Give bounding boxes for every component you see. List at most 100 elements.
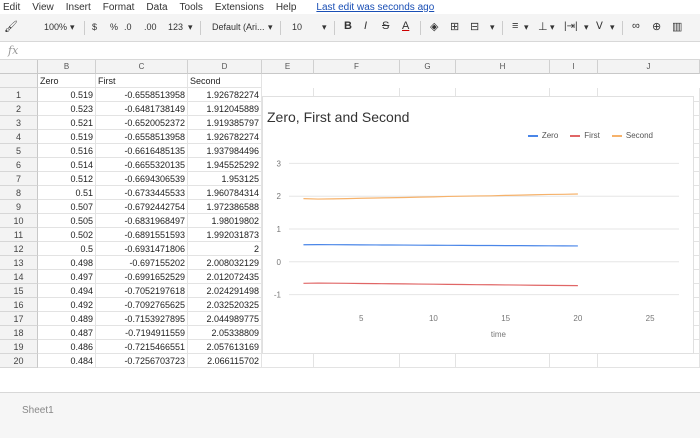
cell-zero[interactable]: 0.519 <box>38 130 96 144</box>
chevron-down-icon[interactable]: ▾ <box>70 22 75 33</box>
cell-second[interactable]: 1.960784314 <box>188 186 262 200</box>
cell-zero[interactable]: 0.512 <box>38 172 96 186</box>
chevron-down-icon[interactable]: ▾ <box>322 22 327 33</box>
row-header[interactable]: 2 <box>0 102 38 116</box>
paint-format-icon[interactable]: 🖌 <box>4 20 18 33</box>
menu-format[interactable]: Format <box>103 2 135 13</box>
cell-second[interactable]: 1.972386588 <box>188 200 262 214</box>
cell-first[interactable]: -0.6792442754 <box>96 200 188 214</box>
cell-first[interactable]: -0.6655320135 <box>96 158 188 172</box>
cell-zero[interactable]: 0.5 <box>38 242 96 256</box>
column-header-g[interactable]: G <box>400 60 456 74</box>
row-header[interactable]: 15 <box>0 284 38 298</box>
cell-second[interactable]: 2.012072435 <box>188 270 262 284</box>
cell-first[interactable]: -0.6616485135 <box>96 144 188 158</box>
cell-first[interactable]: -0.6733445533 <box>96 186 188 200</box>
row-header[interactable]: 5 <box>0 144 38 158</box>
cell-first[interactable]: -0.6558513958 <box>96 88 188 102</box>
row-header[interactable]: 8 <box>0 186 38 200</box>
cell-second[interactable]: 1.937984496 <box>188 144 262 158</box>
cell-second[interactable]: 2.024291498 <box>188 284 262 298</box>
cell-second[interactable]: 2.032520325 <box>188 298 262 312</box>
align-left-icon[interactable]: ≡ <box>512 20 518 32</box>
column-header-j[interactable]: J <box>598 60 700 74</box>
row-header[interactable]: 12 <box>0 242 38 256</box>
cell-zero[interactable]: 0.51 <box>38 186 96 200</box>
cell-zero[interactable]: 0.497 <box>38 270 96 284</box>
cell-zero[interactable]: 0.487 <box>38 326 96 340</box>
menu-extensions[interactable]: Extensions <box>215 2 264 13</box>
cell-second[interactable]: 1.926782274 <box>188 130 262 144</box>
cell-first[interactable]: -0.697155202 <box>96 256 188 270</box>
empty-cell[interactable] <box>314 354 400 368</box>
italic-button[interactable]: I <box>364 20 367 32</box>
row-header[interactable]: 19 <box>0 340 38 354</box>
header-cell-second[interactable]: Second <box>188 74 262 88</box>
cell-second[interactable]: 2.057613169 <box>188 340 262 354</box>
chevron-down-icon[interactable]: ▾ <box>610 22 615 33</box>
borders-icon[interactable]: ⊞ <box>450 20 459 33</box>
row-header[interactable]: 1 <box>0 88 38 102</box>
percent-button[interactable]: % <box>110 22 118 32</box>
decrease-decimal-button[interactable]: .0 <box>124 22 132 32</box>
cell-first[interactable]: -0.6694306539 <box>96 172 188 186</box>
bold-button[interactable]: B <box>344 20 352 32</box>
column-header-f[interactable]: F <box>314 60 400 74</box>
cell-zero[interactable]: 0.498 <box>38 256 96 270</box>
cell-first[interactable]: -0.6520052372 <box>96 116 188 130</box>
menu-view[interactable]: View <box>32 2 54 13</box>
formula-bar[interactable]: fx <box>0 42 700 60</box>
text-rotation-icon[interactable]: ᐯ <box>596 21 603 32</box>
select-all-corner[interactable] <box>0 60 38 74</box>
cell-first[interactable]: -0.7194911559 <box>96 326 188 340</box>
row-header[interactable]: 6 <box>0 158 38 172</box>
cell-zero[interactable]: 0.505 <box>38 214 96 228</box>
empty-cell[interactable] <box>400 354 456 368</box>
menu-tools[interactable]: Tools <box>180 2 203 13</box>
row-header[interactable]: 13 <box>0 256 38 270</box>
cell-second[interactable]: 2.066115702 <box>188 354 262 368</box>
row-header[interactable]: 17 <box>0 312 38 326</box>
chevron-down-icon[interactable]: ▾ <box>524 22 529 33</box>
insert-chart-icon[interactable]: ▥ <box>672 20 682 33</box>
cell-first[interactable]: -0.6931471806 <box>96 242 188 256</box>
cell-second[interactable]: 1.919385797 <box>188 116 262 130</box>
last-edit-link[interactable]: Last edit was seconds ago <box>316 2 434 13</box>
cell-second[interactable]: 2.044989775 <box>188 312 262 326</box>
row-header[interactable]: 18 <box>0 326 38 340</box>
cell-zero[interactable]: 0.514 <box>38 158 96 172</box>
line-chart[interactable]: Zero, First and Second Zero First Second… <box>262 96 694 354</box>
column-header-i[interactable]: I <box>550 60 598 74</box>
chevron-down-icon[interactable]: ▾ <box>550 22 555 33</box>
cell-second[interactable]: 2.008032129 <box>188 256 262 270</box>
empty-cell[interactable] <box>262 354 314 368</box>
chevron-down-icon[interactable]: ▾ <box>490 22 495 33</box>
currency-button[interactable]: $ <box>92 22 97 32</box>
row-header[interactable]: 4 <box>0 130 38 144</box>
row-header[interactable]: 11 <box>0 228 38 242</box>
cell-first[interactable]: -0.6558513958 <box>96 130 188 144</box>
cell-first[interactable]: -0.6991652529 <box>96 270 188 284</box>
cell-first[interactable]: -0.7092765625 <box>96 298 188 312</box>
cell-first[interactable]: -0.6831968497 <box>96 214 188 228</box>
fill-color-icon[interactable]: ◈ <box>430 20 438 33</box>
cell-second[interactable]: 1.992031873 <box>188 228 262 242</box>
link-icon[interactable]: ∞ <box>632 20 640 32</box>
text-color-button[interactable]: A <box>402 20 409 32</box>
column-header-b[interactable]: B <box>38 60 96 74</box>
cell-zero[interactable]: 0.521 <box>38 116 96 130</box>
cell-zero[interactable]: 0.502 <box>38 228 96 242</box>
header-cell-first[interactable]: First <box>96 74 188 88</box>
cell-second[interactable]: 1.945525292 <box>188 158 262 172</box>
row-header[interactable]: 16 <box>0 298 38 312</box>
cell-first[interactable]: -0.6891551593 <box>96 228 188 242</box>
menu-data[interactable]: Data <box>146 2 167 13</box>
cell-first[interactable]: -0.7215466551 <box>96 340 188 354</box>
zoom-select[interactable]: 100% <box>44 22 67 32</box>
cell-first[interactable]: -0.7256703723 <box>96 354 188 368</box>
menu-help[interactable]: Help <box>276 2 297 13</box>
column-header-h[interactable]: H <box>456 60 550 74</box>
font-select[interactable]: Default (Ari... <box>212 22 265 32</box>
cell-zero[interactable]: 0.489 <box>38 312 96 326</box>
cell-second[interactable]: 2.05338809 <box>188 326 262 340</box>
